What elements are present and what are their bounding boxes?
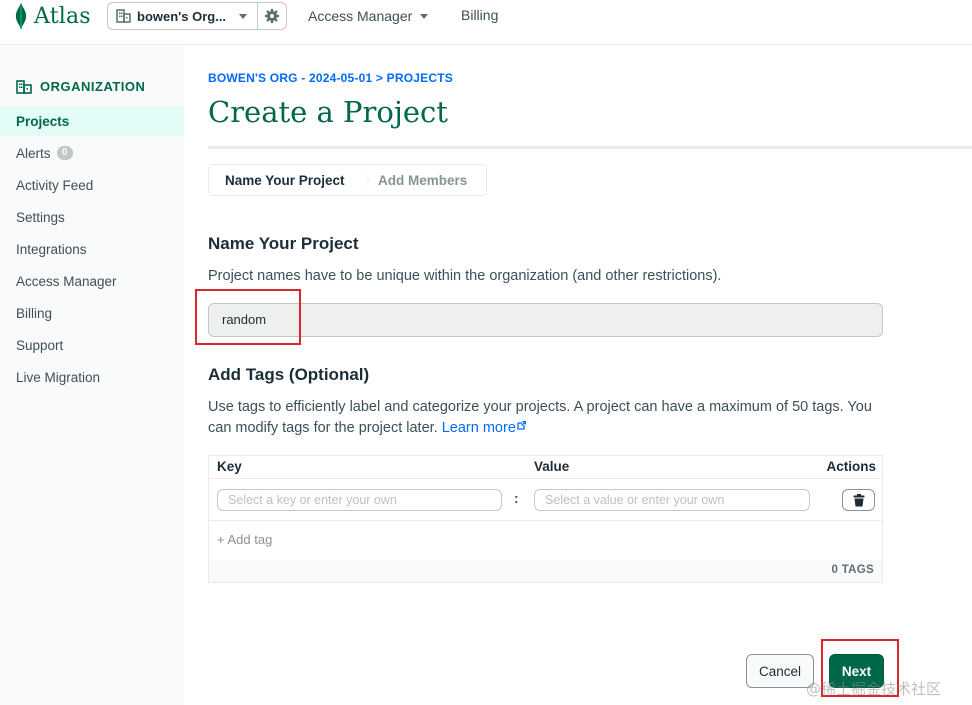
logo-text: Atlas: [34, 3, 91, 29]
sidebar-header: ORGANIZATION: [16, 79, 145, 94]
sidebar-item-label: Support: [16, 337, 64, 353]
atlas-logo[interactable]: Atlas: [14, 3, 91, 29]
access-manager-menu[interactable]: Access Manager: [308, 8, 429, 24]
sidebar-item-label: Integrations: [16, 241, 87, 257]
cancel-button[interactable]: Cancel: [746, 654, 814, 688]
delete-tag-button[interactable]: [842, 489, 875, 511]
sidebar-item-label: Access Manager: [16, 273, 117, 289]
sidebar-item-activity-feed[interactable]: Activity Feed: [0, 170, 184, 200]
sidebar-item-label: Alerts: [16, 145, 51, 161]
value-column-header: Value: [534, 459, 570, 474]
org-name: bowen's Org...: [137, 8, 227, 24]
actions-column-header: Actions: [826, 459, 876, 474]
org-settings-button[interactable]: [257, 2, 287, 30]
tags-description-text: Use tags to efficiently label and catego…: [208, 399, 872, 436]
sidebar-item-label: Billing: [16, 305, 53, 321]
key-value-separator: :: [514, 490, 519, 506]
sidebar-item-label: Activity Feed: [16, 177, 94, 193]
step-label: Add Members: [378, 172, 468, 188]
mongodb-leaf-icon: [15, 3, 27, 29]
top-navigation-bar: Atlas bowen's Org... Access Manager Bill…: [0, 0, 972, 45]
learn-more-link[interactable]: Learn more: [441, 420, 527, 436]
name-section-title: Name Your Project: [208, 234, 359, 253]
alerts-count-badge: 0: [56, 146, 73, 160]
chevron-down-icon: [239, 13, 247, 19]
organization-selector[interactable]: bowen's Org...: [107, 2, 258, 30]
sidebar-item-settings[interactable]: Settings: [0, 202, 184, 232]
sidebar-item-label: Projects: [16, 113, 70, 129]
building-icon: [116, 9, 131, 23]
sidebar-header-label: ORGANIZATION: [40, 79, 146, 94]
add-tag-button[interactable]: + Add tag: [217, 532, 272, 547]
sidebar-item-label: Live Migration: [16, 369, 101, 385]
step-name-your-project: Name Your Project: [209, 165, 370, 195]
sidebar-item-label: Settings: [16, 209, 65, 225]
row-divider: [209, 520, 882, 521]
breadcrumb[interactable]: BOWEN'S ORG - 2024-05-01 > PROJECTS: [208, 71, 453, 85]
watermark-text: @稀土掘金技术社区: [806, 680, 942, 698]
trash-icon: [853, 493, 864, 506]
sidebar-item-projects[interactable]: Projects: [0, 106, 184, 136]
tag-count: 0 TAGS: [831, 564, 874, 576]
tags-table: Key Value Actions Select a key or enter …: [208, 455, 883, 583]
header-divider: [209, 478, 882, 479]
access-manager-label: Access Manager: [308, 8, 413, 24]
wizard-stepper: Name Your Project Add Members: [208, 164, 487, 196]
tags-section-description: Use tags to efficiently label and catego…: [208, 397, 888, 439]
step-label: Name Your Project: [225, 172, 345, 188]
title-divider: [208, 146, 972, 149]
sidebar-item-alerts[interactable]: Alerts 0: [0, 138, 184, 168]
building-icon: [16, 79, 32, 94]
external-link-icon: [517, 420, 527, 430]
name-section-description: Project names have to be unique within t…: [208, 268, 722, 284]
sidebar-item-access-manager[interactable]: Access Manager: [0, 266, 184, 296]
billing-link[interactable]: Billing: [461, 7, 498, 23]
project-name-input[interactable]: random: [208, 303, 883, 337]
tags-section-title: Add Tags (Optional): [208, 365, 370, 384]
sidebar-item-integrations[interactable]: Integrations: [0, 234, 184, 264]
chevron-down-icon: [420, 13, 429, 19]
sidebar-item-live-migration[interactable]: Live Migration: [0, 362, 184, 392]
tag-key-input[interactable]: Select a key or enter your own: [217, 489, 502, 511]
tag-value-input[interactable]: Select a value or enter your own: [534, 489, 810, 511]
gear-icon: [265, 9, 279, 23]
page-title: Create a Project: [208, 95, 448, 129]
sidebar-item-billing[interactable]: Billing: [0, 298, 184, 328]
key-column-header: Key: [217, 459, 242, 474]
sidebar-item-support[interactable]: Support: [0, 330, 184, 360]
sidebar: ORGANIZATION Projects Alerts 0 Activity …: [0, 46, 184, 705]
tags-footer: 0 TAGS: [209, 560, 882, 582]
step-add-members: Add Members: [361, 165, 467, 195]
learn-more-label: Learn more: [441, 420, 516, 436]
